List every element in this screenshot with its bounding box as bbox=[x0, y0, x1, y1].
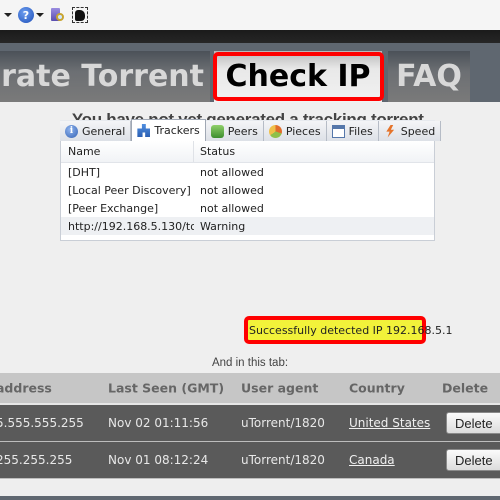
user-agent: uTorrent/1820 bbox=[241, 416, 325, 430]
research-button[interactable] bbox=[50, 7, 66, 23]
utorrent-tab-peers[interactable]: Peers bbox=[205, 121, 264, 141]
user-agent: uTorrent/1820 bbox=[241, 453, 325, 467]
tab-label: Trackers bbox=[154, 124, 200, 137]
trackers-icon bbox=[137, 124, 151, 137]
tracker-row[interactable]: [Local Peer Discovery] not allowed bbox=[61, 181, 434, 199]
last-seen: Nov 02 01:11:56 bbox=[108, 416, 209, 430]
tracker-status: Warning bbox=[200, 219, 246, 233]
tab-label: Files bbox=[348, 124, 373, 138]
column-header-user-agent: User agent bbox=[241, 380, 319, 396]
table-row: 5.555.555.255 Nov 02 01:11:56 uTorrent/1… bbox=[0, 405, 500, 442]
column-header-country: Country bbox=[349, 380, 405, 396]
tab-label: Speed bbox=[400, 124, 436, 138]
browser-toolbar: ? bbox=[0, 0, 500, 30]
tracker-row[interactable]: http://192.168.5.130/to... Warning bbox=[61, 217, 434, 235]
column-header-last-seen: Last Seen (GMT) bbox=[108, 380, 225, 396]
ip-address: 255.255.255 bbox=[0, 453, 73, 467]
help-button[interactable]: ? bbox=[18, 7, 44, 23]
utorrent-tab-trackers[interactable]: Trackers bbox=[131, 119, 206, 141]
tracker-row[interactable]: [Peer Exchange] not allowed bbox=[61, 199, 434, 217]
tracker-status: not allowed bbox=[200, 165, 264, 179]
last-seen: Nov 01 08:12:24 bbox=[108, 453, 209, 467]
info-icon: i bbox=[65, 124, 78, 138]
tracker-name: [DHT] bbox=[68, 165, 101, 179]
utorrent-tab-files[interactable]: Files bbox=[326, 121, 379, 141]
tracker-list-header: Name Status bbox=[61, 141, 434, 163]
tracker-row[interactable]: [DHT] not allowed bbox=[61, 163, 434, 181]
tab-label: Peers bbox=[227, 124, 258, 138]
dropdown-button[interactable] bbox=[2, 13, 12, 17]
ip-address: 5.555.555.255 bbox=[0, 416, 84, 430]
site-nav: rate Torrent Check IP FAQ bbox=[0, 43, 500, 102]
tracker-list: Name Status [DHT] not allowed [Local Pee… bbox=[60, 141, 435, 241]
files-icon bbox=[331, 124, 345, 138]
tab-check-ip[interactable]: Check IP bbox=[214, 51, 382, 102]
utorrent-tabs: i General Trackers Peers Pieces Files Sp… bbox=[60, 119, 442, 141]
tab-generate-torrent[interactable]: rate Torrent bbox=[0, 51, 210, 102]
header-band bbox=[0, 30, 500, 43]
country-link[interactable]: United States bbox=[349, 416, 430, 430]
ip-table-header: address Last Seen (GMT) User agent Count… bbox=[0, 373, 500, 405]
evernote-icon bbox=[72, 7, 88, 23]
footer-spacer bbox=[0, 480, 500, 496]
tab-label: General bbox=[82, 124, 126, 138]
tracker-name: http://192.168.5.130/to... bbox=[68, 219, 194, 233]
country-link[interactable]: Canada bbox=[349, 453, 395, 467]
success-callout: Successfully detected IP 192.168.5.1 bbox=[244, 316, 453, 344]
footer-bar bbox=[0, 496, 500, 500]
column-header-address: address bbox=[0, 380, 52, 396]
column-header-status[interactable]: Status bbox=[194, 145, 235, 158]
peers-icon bbox=[210, 124, 224, 138]
and-in-this-tab-text: And in this tab: bbox=[211, 357, 289, 369]
tracker-name: [Peer Exchange] bbox=[68, 201, 159, 215]
tracker-status: not allowed bbox=[200, 183, 264, 197]
tab-label: Pieces bbox=[285, 124, 321, 138]
tracker-name: [Local Peer Discovery] bbox=[68, 183, 191, 197]
table-row: 255.255.255 Nov 01 08:12:24 uTorrent/182… bbox=[0, 442, 500, 479]
research-icon bbox=[50, 7, 66, 23]
evernote-button[interactable] bbox=[72, 7, 88, 23]
chevron-down-icon bbox=[36, 13, 44, 17]
pieces-icon bbox=[268, 124, 282, 138]
tracker-status: not allowed bbox=[200, 201, 264, 215]
utorrent-tab-general[interactable]: i General bbox=[60, 121, 132, 141]
delete-button[interactable]: Delete bbox=[446, 449, 500, 471]
ip-history-table: address Last Seen (GMT) User agent Count… bbox=[0, 373, 500, 479]
column-header-delete: Delete bbox=[442, 380, 489, 396]
utorrent-tab-pieces[interactable]: Pieces bbox=[263, 121, 327, 141]
utorrent-tab-speed[interactable]: Speed bbox=[378, 121, 442, 141]
speed-icon bbox=[386, 124, 395, 138]
chevron-down-icon bbox=[4, 13, 12, 17]
help-icon: ? bbox=[18, 7, 34, 23]
column-header-name[interactable]: Name bbox=[61, 141, 194, 162]
tab-faq[interactable]: FAQ bbox=[388, 51, 470, 102]
delete-button[interactable]: Delete bbox=[446, 412, 500, 434]
